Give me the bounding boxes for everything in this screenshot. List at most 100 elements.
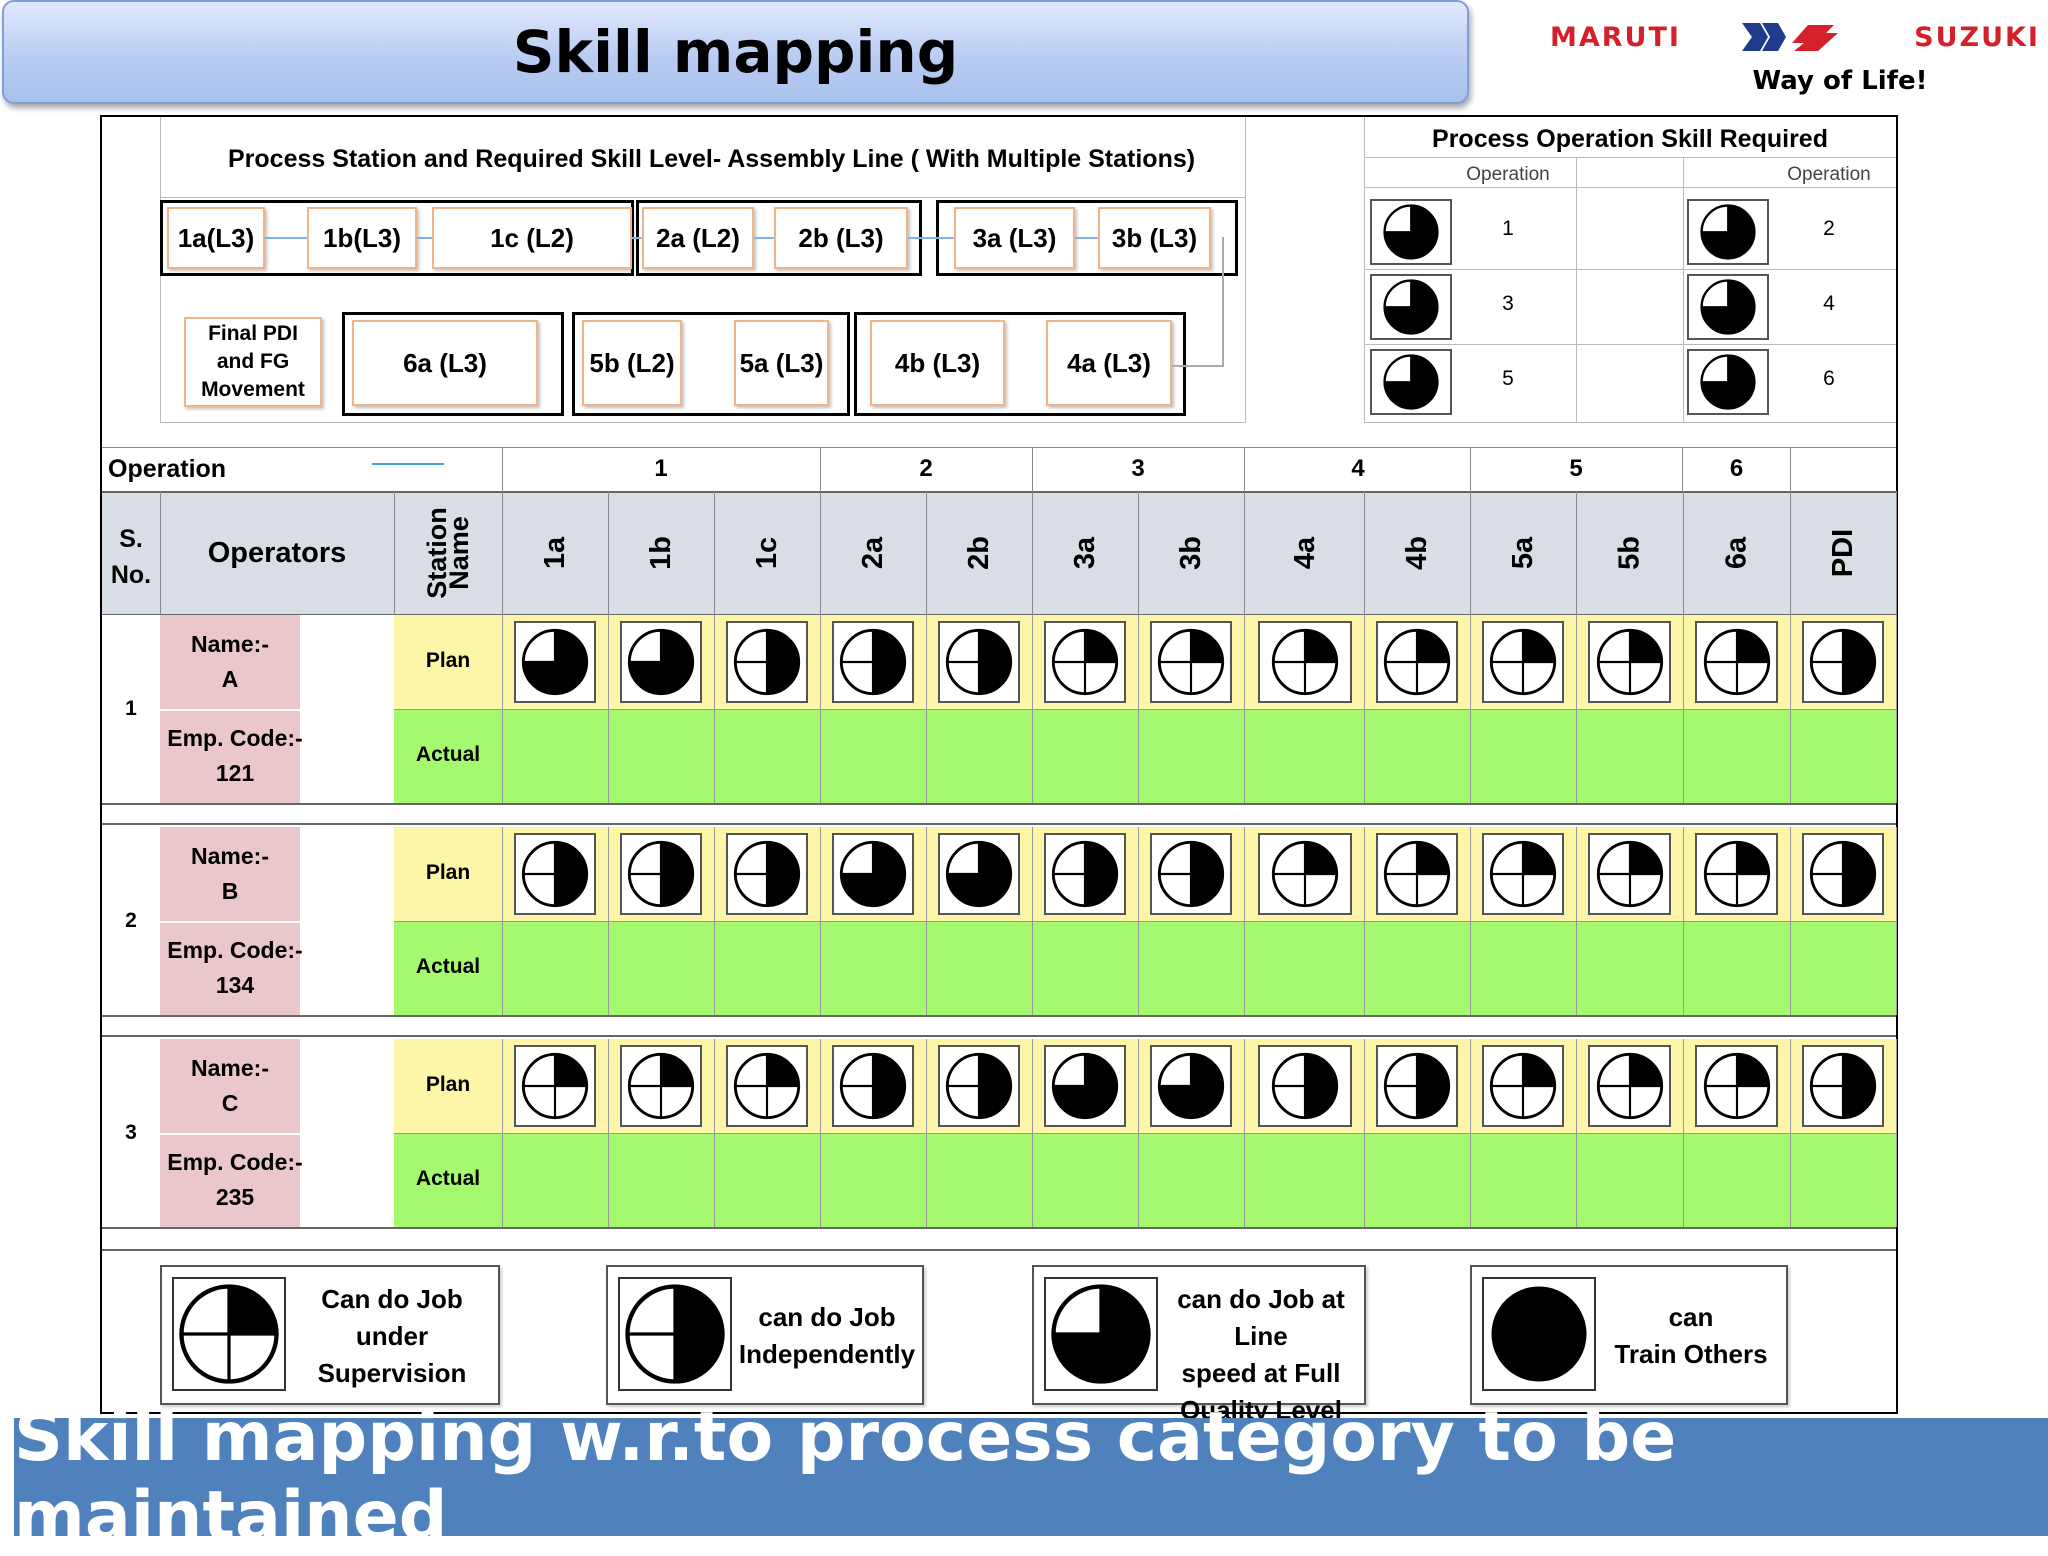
actual-skill-cell[interactable] — [1032, 1133, 1138, 1227]
divider — [1364, 187, 1896, 188]
actual-skill-cell[interactable] — [1790, 709, 1896, 803]
plan-skill-symbol-icon — [620, 833, 702, 915]
serial-number: 1 — [125, 697, 137, 720]
station-column-header: 1b — [645, 536, 677, 570]
plan-skill-symbol-icon — [1802, 833, 1884, 915]
actual-skill-cell[interactable] — [1246, 709, 1364, 803]
actual-skill-cell[interactable] — [926, 921, 1032, 1015]
divider — [102, 823, 1896, 825]
actual-skill-cell[interactable] — [714, 921, 820, 1015]
process-station-box: 3a (L3) — [954, 207, 1075, 269]
operator-name-label: Name:- — [191, 843, 269, 869]
station-column-header: 3a — [1069, 536, 1101, 570]
operator-emp-code: Emp. Code:- 134 — [160, 933, 310, 1003]
actual-skill-cell[interactable] — [502, 1133, 608, 1227]
plan-skill-symbol-icon — [938, 621, 1020, 703]
actual-skill-cell[interactable] — [1683, 709, 1790, 803]
actual-skill-cell[interactable] — [1683, 1133, 1790, 1227]
divider — [1244, 491, 1245, 615]
actual-skill-cell[interactable] — [1683, 921, 1790, 1015]
actual-skill-cell[interactable] — [1138, 1133, 1244, 1227]
divider — [1364, 157, 1896, 158]
sno-header-line: S. — [119, 525, 143, 553]
actual-skill-cell[interactable] — [820, 921, 926, 1015]
actual-skill-cell[interactable] — [1470, 921, 1576, 1015]
logo-right-text: SUZUKI — [1914, 21, 2040, 53]
actual-skill-cell[interactable] — [1032, 709, 1138, 803]
actual-skill-cell[interactable] — [1576, 921, 1683, 1015]
process-station-box: 1c (L2) — [432, 207, 632, 269]
emp-code-label: Emp. Code:- — [167, 937, 303, 963]
actual-skill-cell[interactable] — [714, 709, 820, 803]
station-column-header: 4b — [1401, 536, 1433, 570]
divider — [160, 709, 300, 711]
actual-skill-cell[interactable] — [1138, 709, 1244, 803]
title-banner: Skill mapping — [2, 0, 1469, 104]
actual-skill-cell[interactable] — [1138, 921, 1244, 1015]
actual-skill-cell[interactable] — [1470, 1133, 1576, 1227]
actual-skill-cell[interactable] — [608, 709, 714, 803]
station-column-header: 2a — [857, 536, 889, 570]
divider — [1244, 615, 1245, 803]
actual-skill-cell[interactable] — [1790, 1133, 1896, 1227]
station-column-header: 1c — [751, 536, 783, 570]
station-column-header: PDI — [1827, 528, 1859, 578]
actual-skill-cell[interactable] — [1246, 1133, 1364, 1227]
actual-skill-cell[interactable] — [1576, 709, 1683, 803]
actual-skill-cell[interactable] — [820, 709, 926, 803]
station-column-header: 4a — [1289, 536, 1321, 570]
plan-skill-symbol-icon — [1258, 833, 1352, 915]
operation-group-number: 1 — [654, 455, 668, 482]
actual-skill-cell[interactable] — [1364, 709, 1470, 803]
plan-skill-symbol-icon — [1376, 1045, 1458, 1127]
plan-skill-symbol-icon — [832, 833, 914, 915]
actual-skill-cell[interactable] — [608, 921, 714, 1015]
actual-skill-cell[interactable] — [1032, 921, 1138, 1015]
station-column-header: 2b — [963, 536, 995, 570]
plan-skill-symbol-icon — [1695, 621, 1778, 703]
actual-skill-cell[interactable] — [1246, 921, 1364, 1015]
divider — [1683, 491, 1684, 615]
divider — [102, 1015, 1896, 1017]
serial-number: 3 — [125, 1121, 137, 1144]
skill-required-symbol-icon — [1687, 274, 1769, 340]
plan-skill-symbol-icon — [1588, 833, 1671, 915]
plan-skill-symbol-icon — [1695, 1045, 1778, 1127]
legend-text-line: Can do Job — [321, 1284, 463, 1314]
operation-group-number: 6 — [1729, 455, 1744, 482]
legend-text-line: can do Job — [758, 1302, 896, 1332]
actual-skill-cell[interactable] — [502, 709, 608, 803]
actual-skill-cell[interactable] — [926, 709, 1032, 803]
actual-skill-cell[interactable] — [820, 1133, 926, 1227]
actual-skill-cell[interactable] — [1364, 1133, 1470, 1227]
actual-skill-cell[interactable] — [502, 921, 608, 1015]
actual-skill-cell[interactable] — [714, 1133, 820, 1227]
plan-skill-symbol-icon — [832, 1045, 914, 1127]
actual-skill-cell[interactable] — [1576, 1133, 1683, 1227]
flow-arrow — [265, 237, 307, 239]
plan-skill-symbol-icon — [514, 833, 596, 915]
final-pdi-box: Final PDI and FG Movement — [184, 317, 322, 407]
process-station-box: 2b (L3) — [774, 207, 908, 269]
legend-text: can Train Others — [1602, 1299, 1780, 1373]
divider — [714, 491, 715, 615]
operation-group-number: 5 — [1569, 455, 1583, 482]
actual-skill-cell[interactable] — [1364, 921, 1470, 1015]
actual-skill-cell[interactable] — [1790, 921, 1896, 1015]
divider — [1364, 269, 1896, 270]
operation-number: 1 — [1502, 217, 1514, 240]
logo-left-text: MARUTI — [1550, 21, 1681, 53]
actual-skill-cell[interactable] — [608, 1133, 714, 1227]
divider — [102, 447, 1896, 448]
operator-name-value: A — [221, 666, 239, 692]
plan-skill-symbol-icon — [1044, 621, 1126, 703]
plan-skill-symbol-icon — [1258, 621, 1352, 703]
actual-skill-cell[interactable] — [926, 1133, 1032, 1227]
legend-item: can do Job at Line speed at Full Quality L… — [1032, 1265, 1366, 1425]
plan-skill-symbol-icon — [1588, 621, 1671, 703]
operation-group-number: 2 — [919, 455, 933, 482]
process-station-box: 6a (L3) — [352, 320, 538, 406]
legend-text-line: Supervision — [317, 1358, 467, 1388]
station-column-header: 1a — [539, 536, 571, 570]
actual-skill-cell[interactable] — [1470, 709, 1576, 803]
